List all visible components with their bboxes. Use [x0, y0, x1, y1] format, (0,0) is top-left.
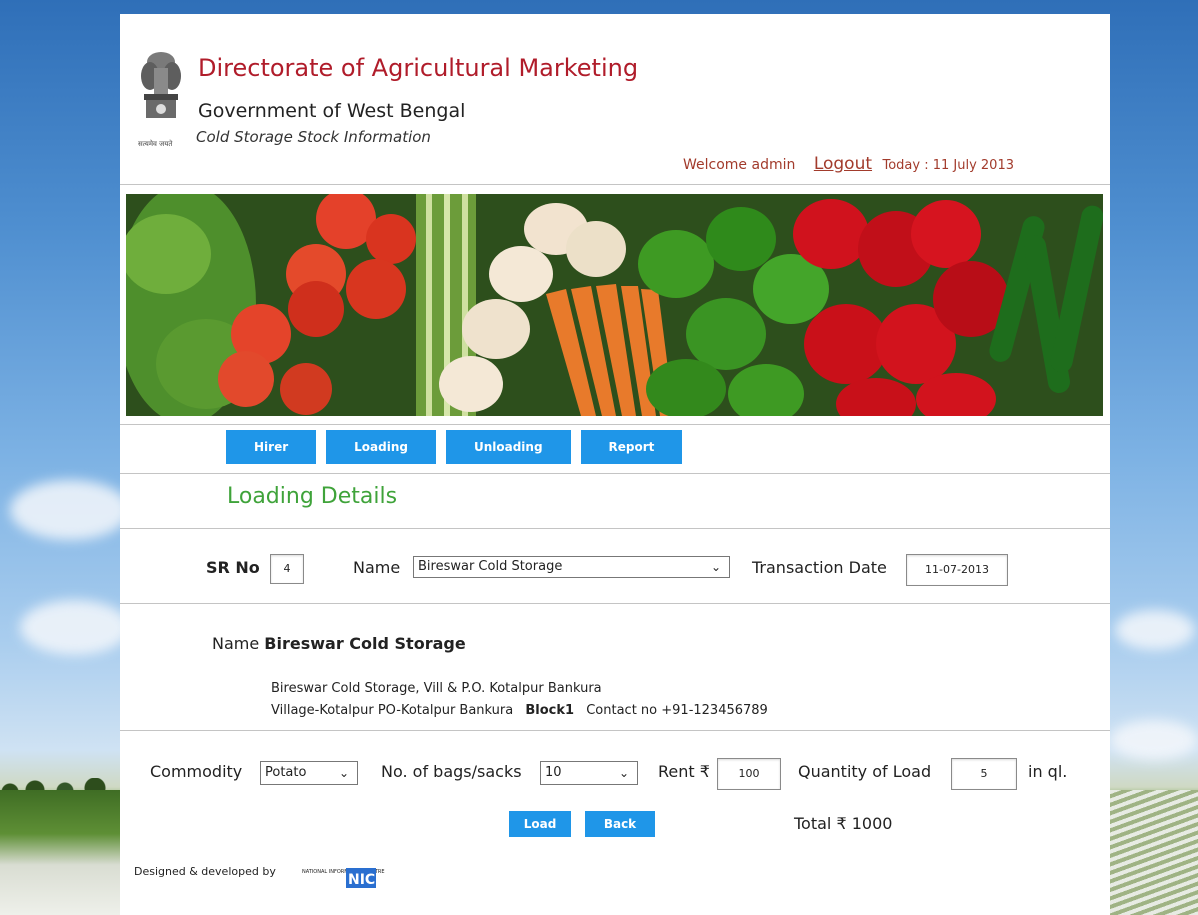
vegetables-banner: [126, 194, 1103, 416]
today-date: Today : 11 July 2013: [882, 158, 1014, 173]
nic-logo-icon: NATIONAL INFORMATICS CENTRE NIC: [302, 868, 384, 888]
block-label: Block1: [525, 703, 575, 718]
sr-no-label: SR No: [206, 558, 260, 577]
site-title: Directorate of Agricultural Marketing: [198, 54, 639, 82]
total-amount: Total ₹ 1000: [794, 814, 893, 833]
divider: [120, 528, 1110, 529]
logout-link[interactable]: Logout: [814, 154, 872, 174]
name-select[interactable]: Bireswar Cold Storage ⌄: [413, 556, 730, 578]
divider: [120, 473, 1110, 474]
rent-label: Rent ₹: [658, 762, 710, 781]
rent-input[interactable]: 100: [717, 758, 781, 790]
nav-hirer-button[interactable]: Hirer: [226, 430, 317, 464]
cloud: [1110, 720, 1198, 760]
name-select-value: Bireswar Cold Storage: [418, 559, 563, 574]
address-line-1: Bireswar Cold Storage, Vill & P.O. Kotal…: [271, 681, 602, 696]
nic-logo-text: NIC: [348, 872, 375, 888]
sr-no-input[interactable]: 4: [270, 554, 304, 584]
svg-text:सत्यमेव जयते: सत्यमेव जयते: [138, 139, 173, 148]
commodity-select[interactable]: Potato ⌄: [260, 761, 358, 785]
divider: [120, 730, 1110, 731]
name-label: Name: [353, 558, 401, 577]
nav-loading-button[interactable]: Loading: [326, 430, 436, 464]
load-row: Commodity Potato ⌄ No. of bags/sacks 10 …: [120, 758, 1110, 790]
unit-label: in ql.: [1028, 762, 1068, 781]
hirer-name: Name Bireswar Cold Storage: [212, 634, 466, 653]
chevron-down-icon: ⌄: [710, 560, 721, 574]
nav-unloading-button[interactable]: Unloading: [445, 430, 571, 464]
cloud: [1115, 610, 1195, 650]
site-tagline: Cold Storage Stock Information: [196, 128, 431, 146]
divider: [120, 184, 1110, 185]
quantity-label: Quantity of Load: [798, 762, 932, 781]
address-text: Village-Kotalpur PO-Kotalpur Bankura: [271, 703, 514, 718]
background-field: [0, 790, 120, 915]
cloud: [10, 480, 130, 540]
hirer-name-value: Bireswar Cold Storage: [264, 634, 466, 653]
selection-row: SR No 4 Name Bireswar Cold Storage ⌄ Tra…: [120, 554, 1110, 588]
welcome-text: Welcome admin: [683, 157, 796, 173]
contact-number: Contact no +91-123456789: [586, 703, 768, 718]
bags-select-value: 10: [545, 765, 562, 780]
back-button[interactable]: Back: [585, 811, 655, 837]
divider: [120, 424, 1110, 425]
commodity-label: Commodity: [150, 762, 243, 781]
main-nav: Hirer Loading Unloading Report: [226, 430, 683, 464]
divider: [120, 603, 1110, 604]
load-button[interactable]: Load: [509, 811, 571, 837]
address-line-2: Village-Kotalpur PO-Kotalpur Bankura Blo…: [271, 703, 768, 718]
bags-select[interactable]: 10 ⌄: [540, 761, 638, 785]
chevron-down-icon: ⌄: [618, 766, 629, 780]
commodity-select-value: Potato: [265, 765, 307, 780]
transaction-date-input[interactable]: 11-07-2013: [906, 554, 1008, 586]
background-field: [1110, 790, 1198, 915]
hirer-name-label: Name: [212, 634, 260, 653]
cloud: [20, 600, 130, 655]
nav-report-button[interactable]: Report: [580, 430, 683, 464]
section-title: Loading Details: [227, 484, 398, 509]
quantity-input[interactable]: 5: [951, 758, 1017, 790]
header: सत्यमेव जयते Directorate of Agricultural…: [120, 14, 1110, 184]
main-page: सत्यमेव जयते Directorate of Agricultural…: [120, 14, 1110, 915]
welcome-bar: Welcome admin Logout Today : 11 July 201…: [683, 154, 1014, 174]
state-emblem-icon: सत्यमेव जयते: [138, 52, 181, 148]
transaction-date-label: Transaction Date: [752, 558, 887, 577]
site-subtitle: Government of West Bengal: [198, 100, 466, 122]
bags-label: No. of bags/sacks: [381, 762, 522, 781]
footer-credit: Designed & developed by: [134, 865, 276, 878]
chevron-down-icon: ⌄: [338, 766, 349, 780]
